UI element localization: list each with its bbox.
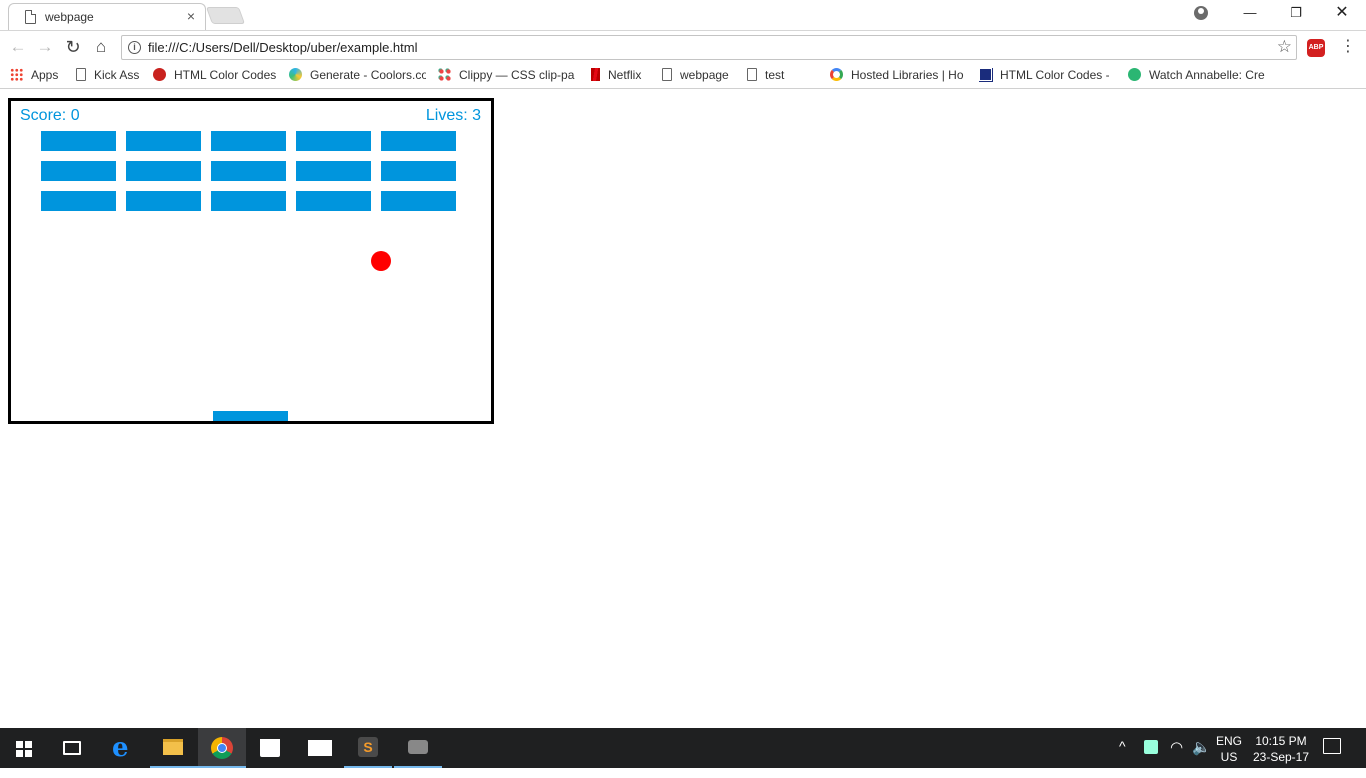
browser-toolbar: ← → ↻ ⌂ i file:///C:/Users/Dell/Desktop/…: [0, 30, 1366, 64]
brick: [126, 131, 201, 151]
score-label: Score: 0: [20, 107, 80, 124]
bookmark-html-color-codes-2[interactable]: HTML Color Codes -: [979, 68, 1109, 85]
profile-icon[interactable]: [1194, 6, 1208, 20]
bookmark-netflix[interactable]: Netflix: [591, 68, 653, 85]
page-content: Score: 0 Lives: 3: [0, 90, 1366, 728]
restore-button[interactable]: ❐: [1273, 2, 1319, 26]
clippy-icon: [438, 68, 451, 81]
bookmark-clippy[interactable]: Clippy — CSS clip-pa: [438, 68, 575, 85]
coolors-icon: [289, 68, 302, 81]
reload-button[interactable]: ↻: [63, 37, 83, 57]
clock-date: 23-Sep-17: [1252, 750, 1310, 764]
volume-icon[interactable]: 🔈: [1192, 738, 1211, 778]
bookmark-apps[interactable]: Apps: [10, 68, 70, 85]
tab-webpage[interactable]: webpage ×: [8, 3, 206, 30]
mail-icon[interactable]: [296, 728, 344, 768]
app-icon[interactable]: [394, 728, 442, 768]
brick: [296, 161, 371, 181]
page-icon: [747, 68, 757, 81]
tab-close-button[interactable]: ×: [187, 8, 195, 24]
bookmark-watch-annabelle[interactable]: Watch Annabelle: Cre: [1128, 68, 1266, 85]
tab-title: webpage: [45, 10, 94, 24]
brick: [211, 191, 286, 211]
home-button[interactable]: ⌂: [91, 37, 111, 57]
windows-taskbar: e S ^ ◠ 🔈 ENG US 10:15 PM 23-Sep-17: [0, 728, 1366, 768]
address-bar[interactable]: i file:///C:/Users/Dell/Desktop/uber/exa…: [121, 35, 1297, 60]
brick: [211, 131, 286, 151]
sublime-text-icon[interactable]: S: [344, 728, 392, 768]
bookmark-star-icon[interactable]: ☆: [1277, 37, 1292, 57]
clock-time: 10:15 PM: [1255, 734, 1307, 748]
page-icon: [76, 68, 86, 81]
apps-grid-icon: [10, 68, 23, 81]
brick: [126, 161, 201, 181]
bookmark-webpage[interactable]: webpage: [662, 68, 738, 85]
bookmark-html-color-codes[interactable]: HTML Color Codes: [153, 68, 279, 85]
brick: [296, 131, 371, 151]
bookmarks-bar: Apps Kick Ass HTML Color Codes Generate …: [0, 64, 1366, 89]
brick: [211, 161, 286, 181]
store-icon[interactable]: [246, 728, 294, 768]
minimize-button[interactable]: —: [1227, 2, 1273, 26]
brick: [41, 161, 116, 181]
brick: [41, 131, 116, 151]
url-text[interactable]: file:///C:/Users/Dell/Desktop/uber/examp…: [148, 40, 417, 55]
ball: [371, 251, 391, 271]
paddle[interactable]: [213, 411, 288, 421]
forward-button[interactable]: →: [35, 37, 55, 57]
language-code: ENG: [1215, 734, 1242, 748]
brick: [381, 191, 456, 211]
edge-icon[interactable]: e: [100, 728, 148, 768]
file-explorer-icon[interactable]: [150, 728, 198, 768]
brick: [41, 191, 116, 211]
html-color-codes-icon: [979, 68, 993, 82]
adblock-plus-icon[interactable]: ABP: [1307, 39, 1325, 57]
menu-icon[interactable]: ⋮: [1340, 37, 1356, 57]
task-view-icon[interactable]: [48, 728, 96, 768]
netflix-icon: [591, 68, 600, 81]
back-button[interactable]: ←: [8, 37, 28, 57]
clock[interactable]: 10:15 PM 23-Sep-17: [1250, 733, 1312, 773]
new-tab-button[interactable]: [205, 7, 246, 24]
lives-label: Lives: 3: [425, 107, 481, 124]
info-icon[interactable]: i: [128, 41, 141, 54]
brick: [296, 191, 371, 211]
opera-circle-icon: [153, 68, 166, 81]
show-hidden-icons-chevron-icon[interactable]: ^: [1119, 738, 1126, 778]
brick: [381, 131, 456, 151]
google-icon: [830, 68, 843, 81]
game-canvas[interactable]: Score: 0 Lives: 3: [8, 98, 494, 424]
keyboard-layout: US: [1220, 750, 1238, 764]
action-center-icon[interactable]: [1323, 738, 1341, 754]
page-icon: [662, 68, 672, 81]
close-window-button[interactable]: ✕: [1319, 2, 1365, 26]
page-icon: [25, 10, 36, 24]
brick: [126, 191, 201, 211]
play-icon: [1128, 68, 1141, 81]
chrome-icon[interactable]: [198, 728, 246, 768]
language-indicator[interactable]: ENG US: [1214, 733, 1244, 773]
brick: [381, 161, 456, 181]
bookmark-coolors[interactable]: Generate - Coolors.co: [289, 68, 426, 85]
bookmark-kick-ass[interactable]: Kick Ass: [76, 68, 144, 85]
bookmark-test[interactable]: test: [747, 68, 793, 85]
wifi-icon[interactable]: ◠: [1170, 738, 1183, 778]
start-icon[interactable]: [0, 728, 48, 768]
tab-strip: webpage × — ❐ ✕: [0, 0, 1366, 30]
bookmark-hosted-libraries[interactable]: Hosted Libraries | Ho: [830, 68, 964, 85]
dropbox-icon[interactable]: [1144, 740, 1158, 754]
